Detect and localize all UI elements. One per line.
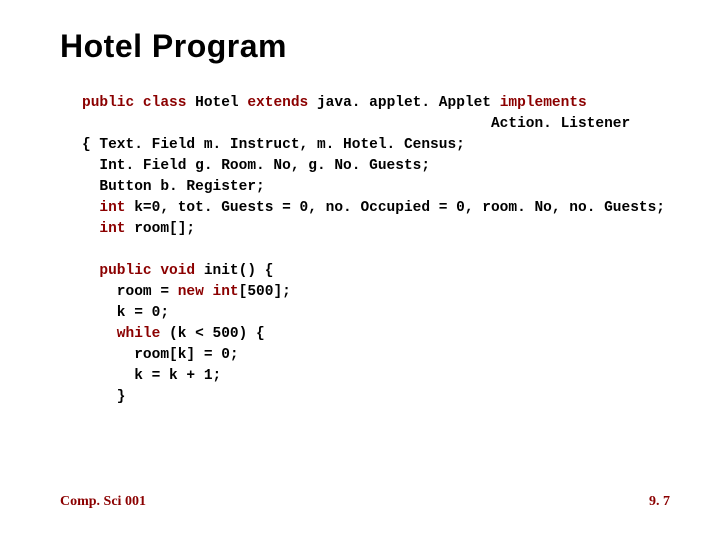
- slide: Hotel Program public class Hotel extends…: [0, 0, 720, 540]
- interface-name: Action. Listener: [491, 116, 630, 132]
- code-line-5: Button b. Register;: [82, 179, 265, 195]
- class-name: Hotel: [195, 95, 247, 111]
- code-line-3: { Text. Field m. Instruct, m. Hotel. Cen…: [82, 137, 465, 153]
- kw-int-2: int: [82, 221, 134, 237]
- kw-while: while: [82, 326, 169, 342]
- kw-extends: extends: [247, 95, 317, 111]
- kw-implements: implements: [500, 95, 587, 111]
- code-line-9a: room =: [82, 284, 178, 300]
- code-line-13: k = k + 1;: [82, 368, 221, 384]
- code-line-9c: [500];: [239, 284, 291, 300]
- kw-int-1: int: [82, 200, 134, 216]
- code-line-14: }: [82, 389, 126, 405]
- kw-public-class: public class: [82, 95, 195, 111]
- code-line-12: room[k] = 0;: [82, 347, 239, 363]
- footer-right: 9. 7: [649, 494, 670, 510]
- kw-public-void: public void: [82, 263, 204, 279]
- code-block: public class Hotel extends java. applet.…: [82, 93, 670, 408]
- slide-title: Hotel Program: [60, 28, 670, 65]
- code-line-10: k = 0;: [82, 305, 169, 321]
- method-sig: init() {: [204, 263, 274, 279]
- code-line-11: (k < 500) {: [169, 326, 265, 342]
- code-line-4: Int. Field g. Room. No, g. No. Guests;: [82, 158, 430, 174]
- code-line-7: room[];: [134, 221, 195, 237]
- footer-left: Comp. Sci 001: [60, 494, 146, 509]
- applet-name: java. applet. Applet: [317, 95, 500, 111]
- footer: Comp. Sci 001 9. 7: [60, 492, 670, 510]
- kw-new-int: new int: [178, 284, 239, 300]
- code-line-6: k=0, tot. Guests = 0, no. Occupied = 0, …: [134, 200, 665, 216]
